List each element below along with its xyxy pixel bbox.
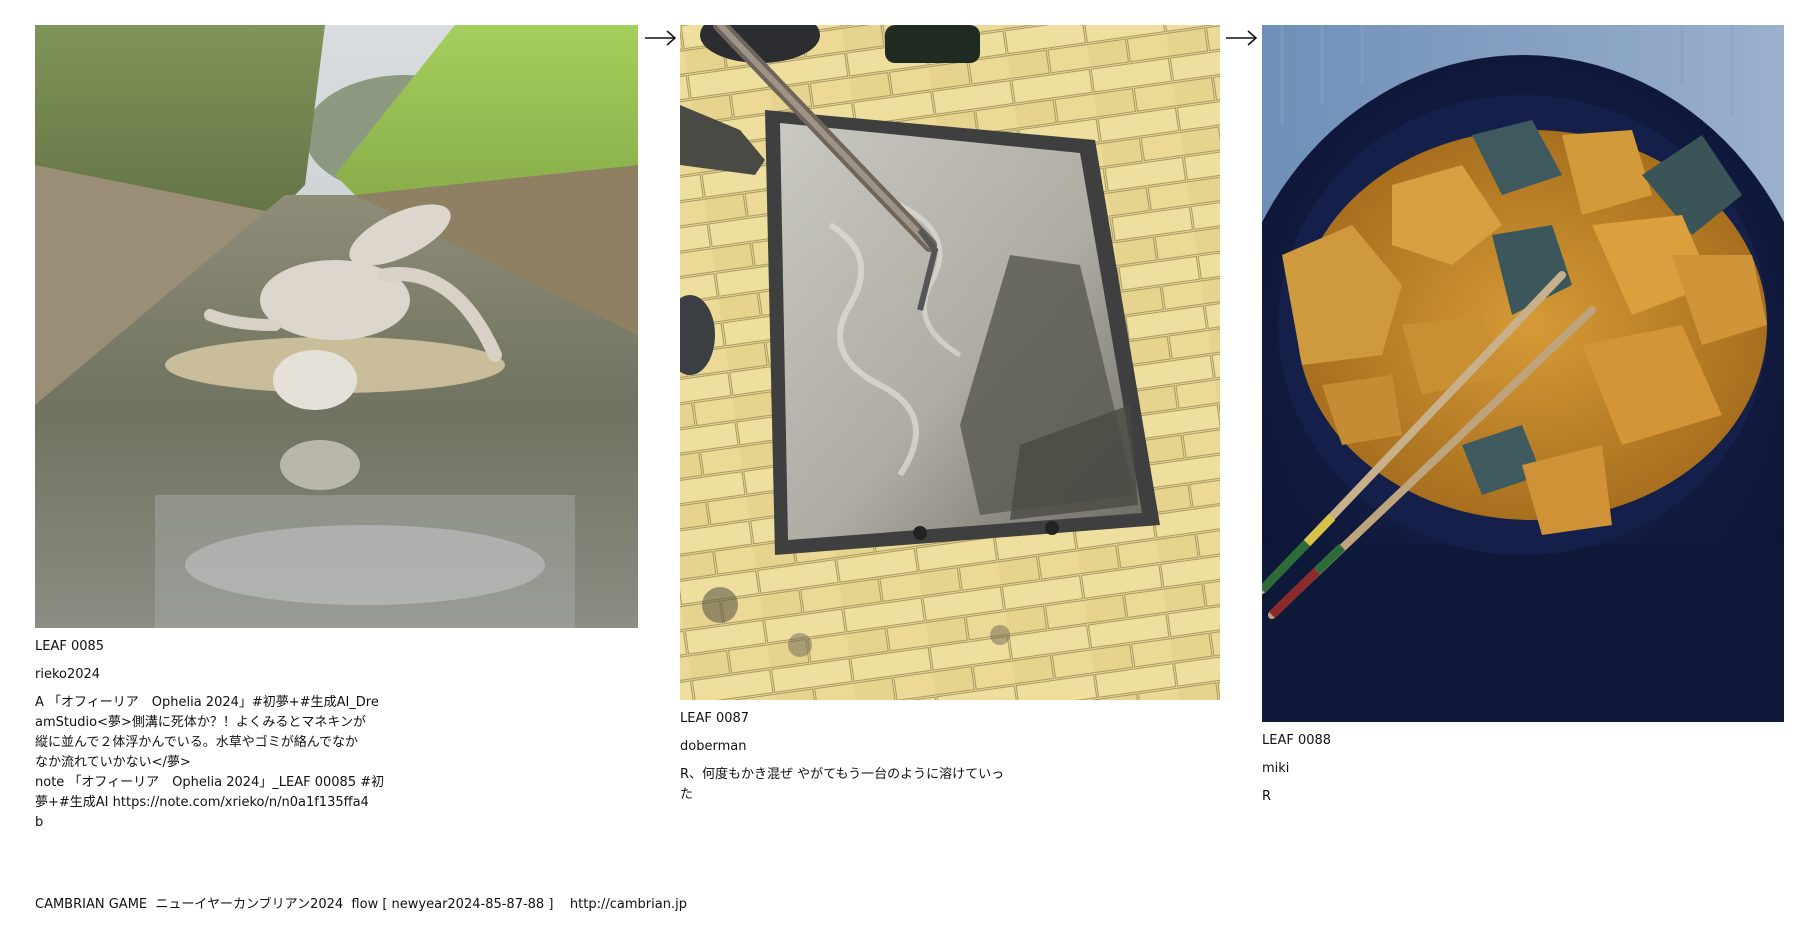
- leaf-image-mortar-tray[interactable]: [680, 25, 1220, 700]
- leaf-card: LEAF 0085 rieko2024 A 「オフィーリア Ophelia 20…: [35, 25, 638, 833]
- site-footer[interactable]: CAMBRIAN GAME ニューイヤーカンブリアン2024 flow [ ne…: [35, 897, 687, 913]
- arrow-right-icon: [645, 30, 677, 46]
- leaf-image-ophelia[interactable]: [35, 25, 638, 628]
- leaf-id: LEAF 0085: [35, 639, 105, 654]
- leaf-id: LEAF 0088: [1262, 733, 1332, 748]
- mortar-tray-photo: [680, 25, 1220, 700]
- leaf-id: LEAF 0087: [680, 711, 750, 726]
- leaf-card: LEAF 0088 miki R: [1262, 25, 1784, 807]
- leaf-text: R: [1262, 789, 1272, 804]
- leaf-caption: LEAF 0085 rieko2024 A 「オフィーリア Ophelia 20…: [35, 637, 638, 833]
- leaf-author[interactable]: rieko2024: [35, 665, 638, 685]
- leaf-caption: LEAF 0087 doberman R、何度もかき混ぜ やがてもう一台のように…: [680, 709, 1220, 805]
- leaf-caption: LEAF 0088 miki R: [1262, 731, 1784, 807]
- leaf-author[interactable]: miki: [1262, 759, 1784, 779]
- arrow-right-icon: [1226, 30, 1258, 46]
- leaf-text: R、何度もかき混ぜ やがてもう一台のように溶けていっ た: [680, 767, 1005, 802]
- pumpkin-stew-photo: [1262, 25, 1784, 722]
- leaf-text: A 「オフィーリア Ophelia 2024」#初夢+#生成AI_Dre amS…: [35, 695, 385, 830]
- ophelia-photo: [35, 25, 638, 628]
- leaf-image-pumpkin-stew[interactable]: [1262, 25, 1784, 722]
- leaf-author[interactable]: doberman: [680, 737, 1220, 757]
- leaf-card: LEAF 0087 doberman R、何度もかき混ぜ やがてもう一台のように…: [680, 25, 1220, 805]
